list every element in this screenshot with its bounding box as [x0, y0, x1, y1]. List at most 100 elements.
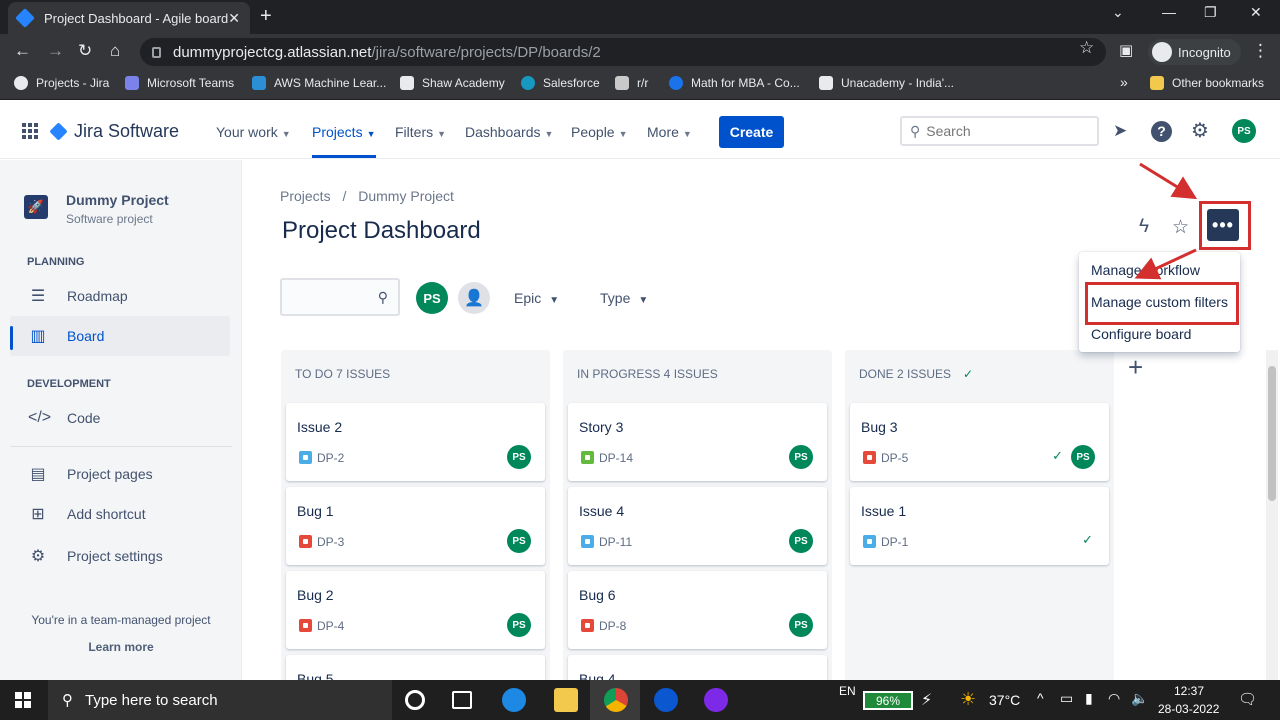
task-view-icon[interactable] — [452, 691, 472, 709]
assignee-avatar[interactable]: PS — [789, 445, 813, 469]
bookmark-item[interactable]: r/r — [615, 76, 648, 90]
user-avatar[interactable]: PS — [1232, 119, 1256, 143]
add-column-icon[interactable]: + — [1128, 352, 1143, 383]
roadmap-icon: ☰ — [30, 288, 46, 305]
sidebar-item-project-pages[interactable]: ▤ Project pages — [10, 454, 230, 494]
battery-tray-icon[interactable]: ▮ — [1085, 690, 1093, 707]
nav-your-work[interactable]: Your work ▼ — [216, 124, 291, 140]
other-bookmarks[interactable]: Other bookmarks — [1150, 76, 1264, 90]
assignee-avatar[interactable]: PS — [507, 529, 531, 553]
help-icon[interactable]: ? — [1151, 121, 1172, 142]
incognito-badge[interactable]: Incognito — [1148, 39, 1241, 65]
sidebar-item-code[interactable]: </> Code — [10, 398, 230, 438]
project-name[interactable]: Dummy Project — [66, 192, 169, 208]
learn-more-link[interactable]: Learn more — [0, 640, 242, 654]
app-icon[interactable] — [654, 688, 678, 712]
home-icon[interactable]: ⌂ — [110, 41, 120, 61]
lightning-icon[interactable]: ϟ — [1139, 216, 1149, 238]
cortana-icon[interactable] — [405, 690, 425, 710]
chrome-icon[interactable] — [604, 688, 628, 712]
close-window-icon[interactable]: ✕ — [1250, 4, 1262, 21]
bookmark-item[interactable]: Salesforce — [521, 76, 600, 90]
issue-card[interactable]: Issue 1 DP-1 ✓ — [850, 487, 1109, 565]
issue-card[interactable]: Bug 1 DP-3 PS — [286, 487, 545, 565]
tray-chevron-icon[interactable]: ^ — [1037, 690, 1044, 706]
bookmark-item[interactable]: AWS Machine Lear... — [252, 76, 386, 90]
forward-icon[interactable]: → — [47, 41, 64, 61]
chrome-menu-icon[interactable]: ⋮ — [1252, 41, 1269, 61]
page-scrollbar[interactable] — [1266, 350, 1278, 680]
issue-card[interactable]: Story 3 DP-14 PS — [568, 403, 827, 481]
board-search-input[interactable]: ⚲ — [280, 278, 400, 316]
chevron-down-icon: ▼ — [618, 129, 628, 139]
nav-projects[interactable]: Projects ▼ — [312, 124, 376, 140]
jira-logo[interactable]: Jira Software — [49, 121, 179, 142]
restore-icon[interactable]: ❐ — [1204, 4, 1217, 21]
edge-icon[interactable] — [502, 688, 526, 712]
minimize-icon[interactable]: — — [1162, 4, 1176, 20]
app-switcher-icon[interactable] — [22, 123, 38, 139]
filter-avatar-ps[interactable]: PS — [416, 282, 448, 314]
back-icon[interactable]: ← — [14, 41, 31, 61]
assignee-avatar[interactable]: PS — [1071, 445, 1095, 469]
taskbar-search[interactable]: ⚲ Type here to search — [48, 680, 392, 720]
scrollbar-thumb[interactable] — [1268, 366, 1276, 501]
issue-card[interactable]: Issue 2 DP-2 PS — [286, 403, 545, 481]
nav-dashboards[interactable]: Dashboards ▼ — [465, 124, 553, 140]
nav-people[interactable]: People ▼ — [571, 124, 628, 140]
sidebar-item-roadmap[interactable]: ☰ Roadmap — [10, 276, 230, 316]
browser-tab[interactable]: Project Dashboard - Agile board ✕ — [8, 2, 250, 34]
star-icon[interactable]: ☆ — [1172, 216, 1189, 239]
breadcrumb-projects[interactable]: Projects — [280, 188, 331, 204]
assignee-avatar[interactable]: PS — [507, 445, 531, 469]
windows-start-icon[interactable] — [15, 692, 31, 708]
sidebar-item-project-settings[interactable]: ⚙ Project settings — [10, 536, 230, 576]
assignee-avatar[interactable]: PS — [789, 613, 813, 637]
clock-date[interactable]: 28-03-2022 — [1158, 702, 1219, 716]
chevron-down-icon[interactable]: ⌄ — [1112, 4, 1124, 21]
menu-item-configure-board[interactable]: Configure board — [1091, 326, 1191, 342]
assignee-avatar[interactable]: PS — [507, 613, 531, 637]
language-indicator[interactable]: EN — [839, 684, 856, 698]
bookmark-item[interactable]: Shaw Academy — [400, 76, 505, 90]
sidebar-toggle-icon[interactable]: ▣ — [1119, 41, 1133, 59]
settings-gear-icon[interactable]: ⚙ — [1191, 118, 1213, 142]
notification-center-icon[interactable]: 🗨 — [1238, 690, 1257, 708]
canva-icon[interactable] — [704, 688, 728, 712]
add-people-icon[interactable]: 👤 — [458, 282, 490, 314]
clock-time[interactable]: 12:37 — [1174, 684, 1204, 698]
issue-card[interactable]: Bug 3 DP-5 ✓ PS — [850, 403, 1109, 481]
nav-more[interactable]: More ▼ — [647, 124, 692, 140]
menu-item-manage-workflow[interactable]: Manage workflow — [1091, 262, 1200, 278]
create-button[interactable]: Create — [719, 116, 784, 148]
notifications-icon[interactable]: ➤ — [1113, 121, 1135, 143]
issue-card[interactable]: Issue 4 DP-11 PS — [568, 487, 827, 565]
search-input[interactable] — [926, 123, 1087, 139]
meet-icon[interactable]: ▭ — [1060, 690, 1073, 707]
url-input[interactable]: dummyprojectcg.atlassian.net/jira/softwa… — [140, 38, 1106, 66]
wifi-icon[interactable]: ◠ — [1108, 690, 1120, 707]
reload-icon[interactable]: ↻ — [78, 41, 92, 61]
bookmarks-overflow[interactable]: » — [1120, 74, 1128, 90]
temperature[interactable]: 37°C — [989, 692, 1020, 708]
breadcrumb-project[interactable]: Dummy Project — [358, 188, 454, 204]
bookmark-item[interactable]: Projects - Jira — [14, 76, 109, 90]
bookmark-star-icon[interactable]: ☆ — [1079, 38, 1094, 58]
sidebar-item-board[interactable]: ▥ Board — [10, 316, 230, 356]
file-explorer-icon[interactable] — [554, 688, 578, 712]
new-tab-button[interactable]: + — [260, 5, 272, 28]
tab-close-icon[interactable]: ✕ — [228, 10, 240, 27]
global-search[interactable]: ⚲ — [900, 116, 1099, 146]
sidebar-item-add-shortcut[interactable]: ⊞ Add shortcut — [10, 494, 230, 534]
assignee-avatar[interactable]: PS — [789, 529, 813, 553]
issue-card[interactable]: Bug 2 DP-4 PS — [286, 571, 545, 649]
battery-indicator[interactable]: 96% — [863, 691, 913, 710]
bookmark-item[interactable]: Unacademy - India'... — [819, 76, 954, 90]
bookmark-item[interactable]: Microsoft Teams — [125, 76, 234, 90]
nav-filters[interactable]: Filters ▼ — [395, 124, 446, 140]
volume-icon[interactable]: 🔈 — [1131, 690, 1148, 707]
bookmark-item[interactable]: Math for MBA - Co... — [669, 76, 800, 90]
issue-card[interactable]: Bug 6 DP-8 PS — [568, 571, 827, 649]
type-filter[interactable]: Type ▼ — [600, 290, 648, 306]
epic-filter[interactable]: Epic ▼ — [514, 290, 559, 306]
